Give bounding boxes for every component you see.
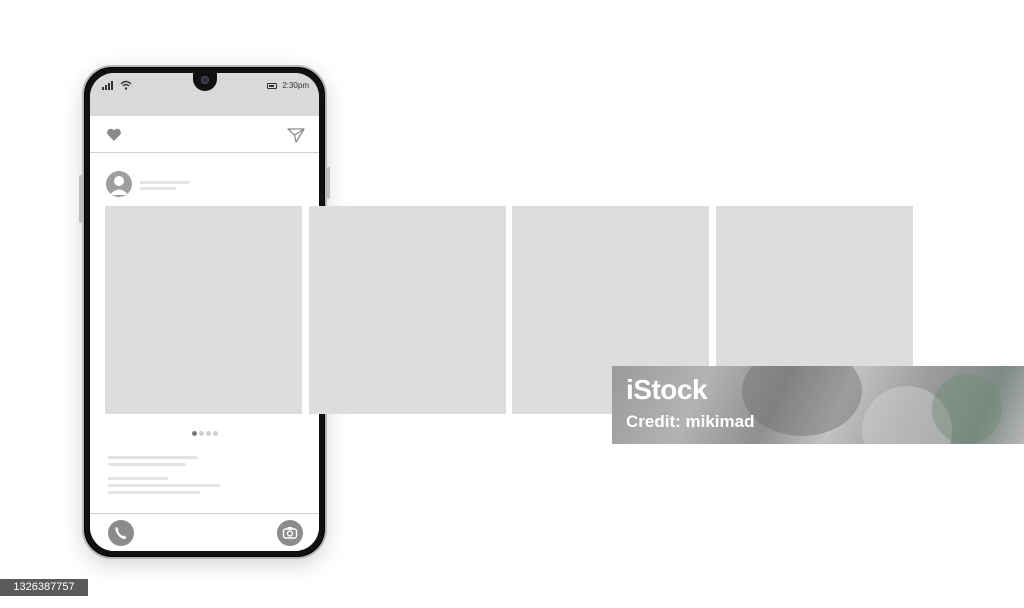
bottom-bar <box>90 513 319 551</box>
caption-placeholder-line <box>108 456 198 459</box>
status-time: 2:30pm <box>282 81 309 90</box>
watermark-shape <box>932 374 1002 444</box>
canvas: 2:30pm iStock Credit: mikimad 1326387757 <box>0 0 1024 608</box>
phone-icon[interactable] <box>108 520 134 546</box>
battery-icon <box>267 83 277 89</box>
watermark-logo: iStock <box>626 374 708 405</box>
subtitle-placeholder <box>140 187 176 190</box>
app-header <box>90 116 319 153</box>
wifi-icon <box>120 80 132 90</box>
indicator-dot[interactable] <box>205 431 211 436</box>
indicator-dot[interactable] <box>198 431 204 436</box>
comment-placeholder-line <box>108 484 220 487</box>
comment-placeholder-line <box>108 477 168 480</box>
carousel-slide-1[interactable] <box>105 206 302 414</box>
image-id-badge: 1326387757 <box>0 579 88 596</box>
watermark-credit: Credit: mikimad <box>626 412 755 431</box>
indicator-dot-active[interactable] <box>191 431 197 436</box>
notch <box>192 73 217 91</box>
caption-placeholder-line <box>108 463 186 466</box>
heart-icon[interactable] <box>106 128 122 142</box>
username-placeholder <box>140 181 190 184</box>
comment-placeholder-line <box>108 491 200 494</box>
front-camera-icon <box>200 76 209 84</box>
power-button <box>327 167 330 199</box>
camera-icon[interactable] <box>277 520 303 546</box>
status-bar: 2:30pm <box>90 73 319 116</box>
user-avatar-icon[interactable] <box>106 171 132 197</box>
stock-watermark: iStock Credit: mikimad <box>612 366 1024 444</box>
carousel-slide-2[interactable] <box>309 206 506 414</box>
volume-button <box>79 175 82 223</box>
indicator-dot[interactable] <box>212 431 218 436</box>
watermark-shape <box>742 366 862 436</box>
send-icon[interactable] <box>287 127 305 143</box>
carousel-indicator <box>90 431 319 436</box>
signal-icon <box>102 81 113 90</box>
